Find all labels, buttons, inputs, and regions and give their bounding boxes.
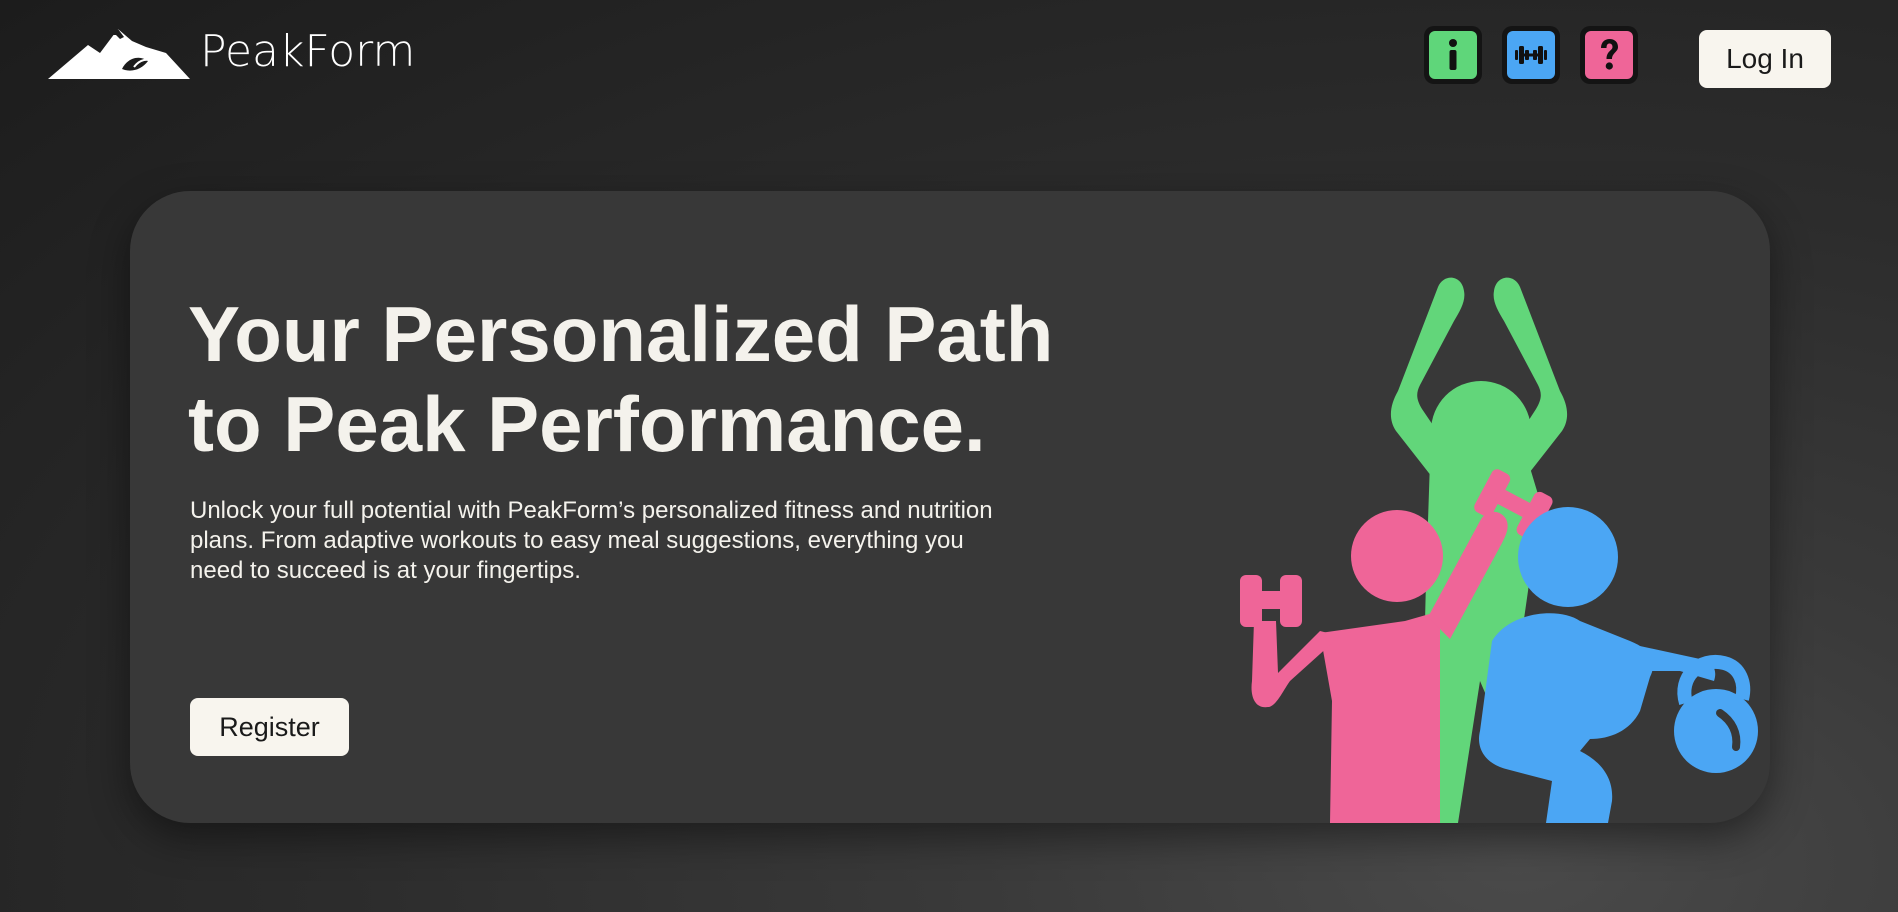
help-button[interactable] bbox=[1580, 26, 1638, 84]
brand-name: PeakForm bbox=[200, 26, 416, 77]
fitness-people-illustration bbox=[1240, 277, 1758, 823]
dumbbell-icon bbox=[1507, 31, 1555, 79]
blue-figure bbox=[1479, 507, 1758, 823]
hero-description: Unlock your full potential with PeakForm… bbox=[190, 497, 993, 584]
nav-icon-group bbox=[1424, 26, 1638, 84]
register-button[interactable]: Register bbox=[190, 698, 349, 756]
brand-logo[interactable]: PeakForm bbox=[48, 22, 415, 82]
hero-title-line-2: to Peak Performance. bbox=[188, 380, 986, 468]
info-button[interactable] bbox=[1424, 26, 1482, 84]
question-mark-icon bbox=[1585, 31, 1633, 79]
login-button[interactable]: Log In bbox=[1699, 30, 1831, 88]
hero-card: Your Personalized Path to Peak Performan… bbox=[130, 191, 1770, 823]
info-icon bbox=[1429, 31, 1477, 79]
hero-title: Your Personalized Path to Peak Performan… bbox=[188, 289, 1168, 469]
mountain-logo-icon bbox=[48, 29, 190, 79]
hero-title-line-1: Your Personalized Path bbox=[188, 290, 1054, 378]
workouts-button[interactable] bbox=[1502, 26, 1560, 84]
